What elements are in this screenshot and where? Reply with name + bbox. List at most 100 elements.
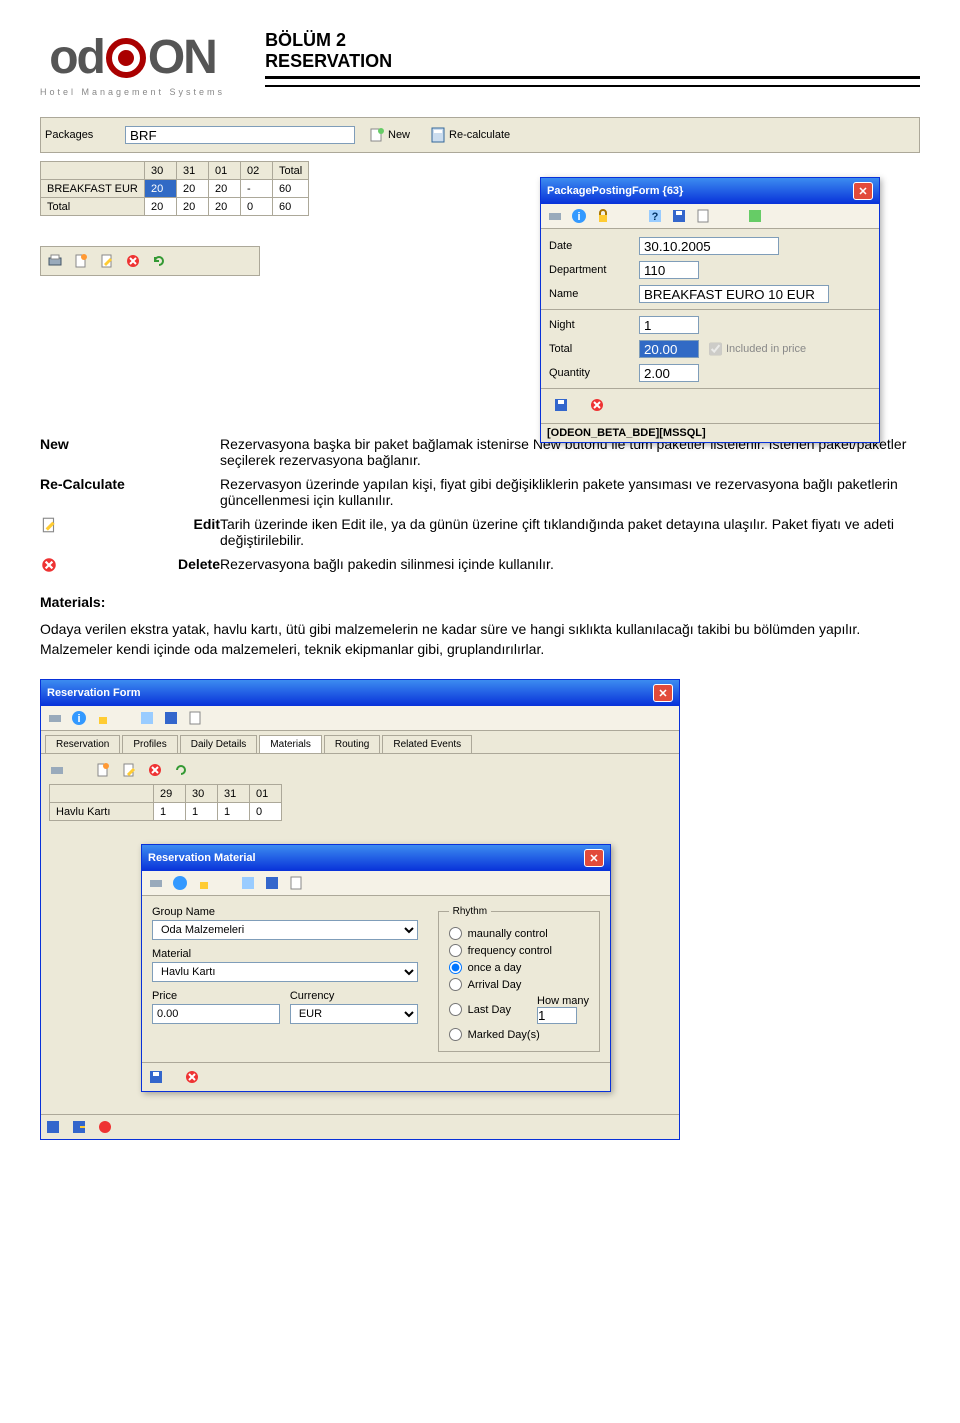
calculator-icon <box>430 127 446 143</box>
def-desc: Rezervasyona bağlı pakedin silinmesi içi… <box>220 556 920 574</box>
save-icon[interactable] <box>671 208 687 224</box>
new-icon[interactable] <box>95 762 111 778</box>
export-icon[interactable] <box>747 208 763 224</box>
night-input[interactable] <box>639 316 699 334</box>
window-title: Reservation Material <box>148 852 256 864</box>
delete-icon[interactable] <box>125 253 141 269</box>
table-row[interactable]: Havlu Kartı 1 1 1 0 <box>50 803 282 821</box>
def-desc: Tarih üzerinde iken Edit ile, ya da günü… <box>220 516 920 548</box>
edit-icon[interactable] <box>99 253 115 269</box>
name-label: Name <box>549 288 629 300</box>
price-input[interactable] <box>152 1004 280 1024</box>
save-icon[interactable] <box>264 875 280 891</box>
cancel-icon[interactable] <box>184 1069 200 1085</box>
new-icon[interactable] <box>73 253 89 269</box>
howmany-input[interactable] <box>537 1007 577 1024</box>
close-button[interactable]: ✕ <box>653 684 673 702</box>
tab-related-events[interactable]: Related Events <box>382 735 472 753</box>
window-statusbar: [ODEON_BETA_BDE][MSSQL] <box>541 423 879 442</box>
logo-subtitle: Hotel Management Systems <box>40 87 225 97</box>
lock-icon[interactable] <box>95 710 111 726</box>
tab-routing[interactable]: Routing <box>324 735 380 753</box>
date-input[interactable] <box>639 237 779 255</box>
group-name-select[interactable]: Oda Malzemeleri <box>152 920 418 940</box>
packages-input[interactable] <box>125 126 355 144</box>
print-icon[interactable] <box>148 875 164 891</box>
window-titlebar[interactable]: PackagePostingForm {63} ✕ <box>541 178 879 204</box>
tab-reservation[interactable]: Reservation <box>45 735 120 753</box>
document-icon[interactable] <box>288 875 304 891</box>
window-toolbar: i ? <box>541 204 879 229</box>
edit-icon[interactable] <box>121 762 137 778</box>
window-titlebar[interactable]: Reservation Material ✕ <box>142 845 610 871</box>
tab-materials[interactable]: Materials <box>259 735 322 753</box>
radio-last-day[interactable] <box>449 1003 462 1016</box>
material-actions <box>142 1062 610 1091</box>
col-head: 02 <box>241 162 273 180</box>
currency-select[interactable]: EUR <box>290 1004 418 1024</box>
quantity-input[interactable] <box>639 364 699 382</box>
total-input[interactable] <box>639 340 699 358</box>
cancel-icon[interactable] <box>589 397 605 413</box>
window-title: PackagePostingForm {63} <box>547 185 683 197</box>
department-input[interactable] <box>639 261 699 279</box>
refresh-icon[interactable] <box>173 762 189 778</box>
print-icon[interactable] <box>47 253 63 269</box>
currency-label: Currency <box>290 990 418 1002</box>
page-header: od ON Hotel Management Systems BÖLÜM 2 R… <box>40 30 920 97</box>
delete-icon[interactable] <box>147 762 163 778</box>
tab-daily-details[interactable]: Daily Details <box>180 735 258 753</box>
grid-corner <box>41 162 145 180</box>
night-label: Night <box>549 319 629 331</box>
packages-recalculate-button[interactable]: Re-calculate <box>424 125 516 145</box>
window-toolbar <box>142 871 610 896</box>
lock-icon[interactable] <box>595 208 611 224</box>
radio-marked-days[interactable] <box>449 1028 462 1041</box>
save-icon[interactable] <box>148 1069 164 1085</box>
refresh-icon[interactable] <box>151 253 167 269</box>
radio-arrival-day[interactable] <box>449 978 462 991</box>
print-icon[interactable] <box>547 208 563 224</box>
close-button[interactable]: ✕ <box>584 849 604 867</box>
tab-profiles[interactable]: Profiles <box>122 735 177 753</box>
print-icon[interactable] <box>49 762 65 778</box>
packages-grid: 30 31 01 02 Total BREAKFAST EUR 20 20 20… <box>40 161 309 216</box>
radio-manual[interactable] <box>449 927 462 940</box>
packages-new-button[interactable]: New <box>363 125 416 145</box>
document-icon[interactable] <box>187 710 203 726</box>
radio-frequency[interactable] <box>449 944 462 957</box>
included-checkbox[interactable]: Included in price <box>709 340 806 358</box>
materials-heading: Materials: <box>40 594 920 610</box>
help-icon[interactable] <box>139 710 155 726</box>
def-key-delete: Delete <box>40 556 220 574</box>
included-checkbox-input[interactable] <box>709 340 722 358</box>
info-icon[interactable] <box>172 875 188 891</box>
info-icon[interactable]: i <box>571 208 587 224</box>
close-button[interactable]: ✕ <box>853 182 873 200</box>
doc-title-block: BÖLÜM 2 RESERVATION <box>265 30 920 87</box>
save-icon[interactable] <box>163 710 179 726</box>
edit-icon <box>40 516 58 534</box>
lock-icon[interactable] <box>196 875 212 891</box>
document-icon[interactable] <box>695 208 711 224</box>
table-row[interactable]: Total 20 20 20 0 60 <box>41 198 309 216</box>
info-icon[interactable]: i <box>71 710 87 726</box>
save-icon[interactable] <box>45 1119 61 1135</box>
save-exit-icon[interactable] <box>71 1119 87 1135</box>
window-titlebar[interactable]: Reservation Form ✕ <box>41 680 679 706</box>
cancel-icon[interactable] <box>97 1119 113 1135</box>
help-icon[interactable] <box>240 875 256 891</box>
materials-description: Odaya verilen ekstra yatak, havlu kartı,… <box>40 620 920 659</box>
material-select[interactable]: Havlu Kartı <box>152 962 418 982</box>
help-icon[interactable]: ? <box>647 208 663 224</box>
reservation-form-window: Reservation Form ✕ i Reservation Profile… <box>40 679 680 1140</box>
radio-once-a-day[interactable] <box>449 961 462 974</box>
print-icon[interactable] <box>47 710 63 726</box>
def-desc: Rezervasyon üzerinde yapılan kişi, fiyat… <box>220 476 920 508</box>
definitions-table: New Rezervasyona başka bir paket bağlama… <box>40 436 920 574</box>
packages-area: Packages New Re-calculate 30 31 01 02 <box>40 117 920 276</box>
name-input[interactable] <box>639 285 829 303</box>
save-icon[interactable] <box>553 397 569 413</box>
date-label: Date <box>549 240 629 252</box>
table-row[interactable]: BREAKFAST EUR 20 20 20 - 60 <box>41 180 309 198</box>
